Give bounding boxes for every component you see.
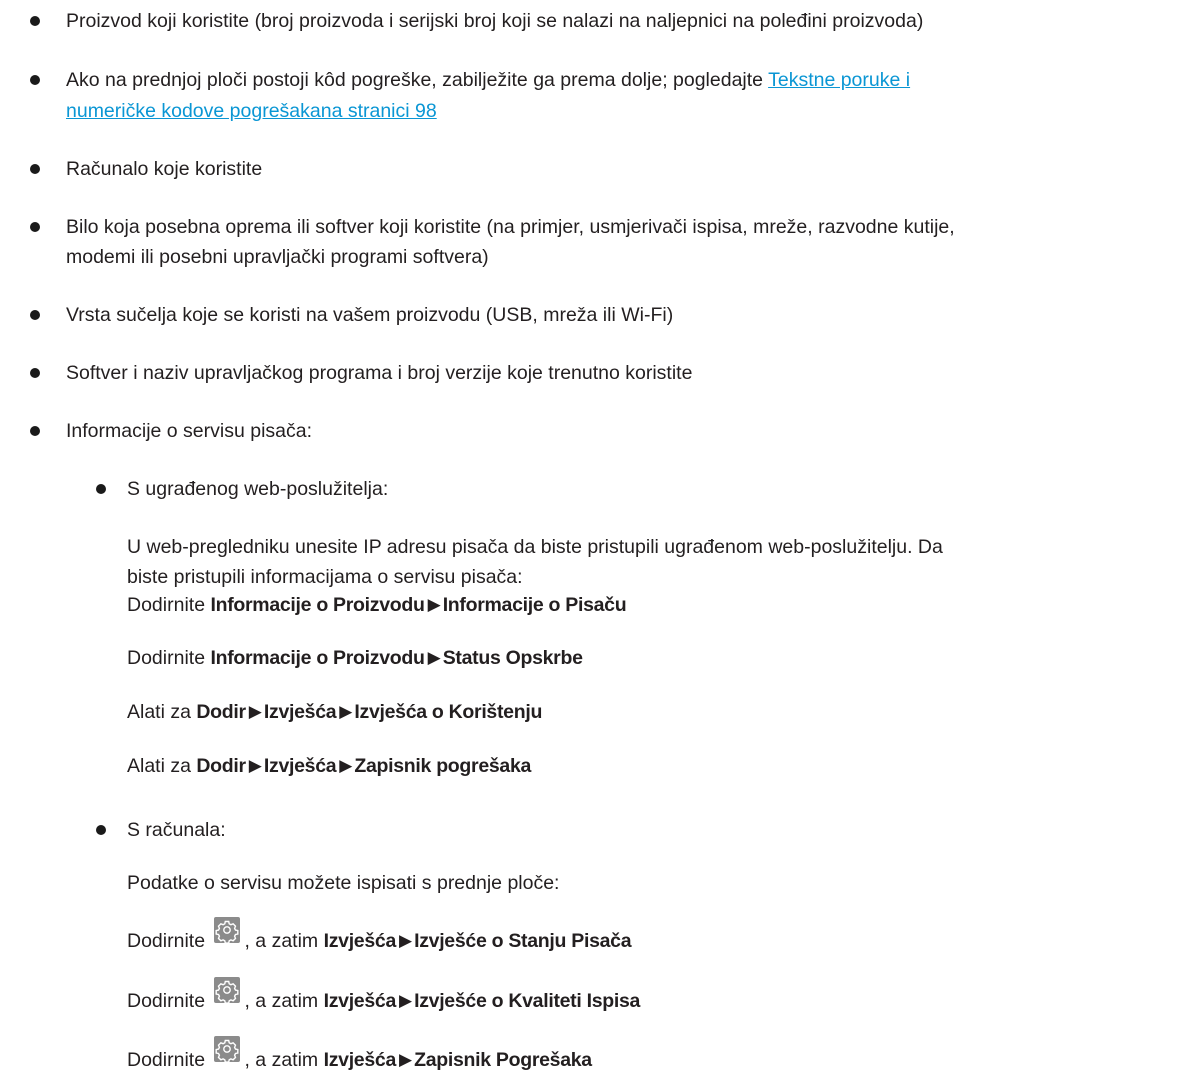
list-item-product: Proizvod koji koristite (broj proizvoda … bbox=[66, 10, 924, 32]
bullet bbox=[30, 16, 40, 26]
list-item-error-code: Ako na prednjoj ploči postoji kôd pogreš… bbox=[66, 66, 910, 95]
menu-path-item: Informacije o Proizvodu bbox=[210, 647, 425, 669]
arrow-icon: ▶ bbox=[248, 756, 262, 775]
bullet bbox=[30, 368, 40, 378]
arrow-icon: ▶ bbox=[248, 702, 262, 721]
menu-path-item: Dodir bbox=[196, 755, 246, 777]
computer-heading: S računala: bbox=[127, 819, 226, 841]
menu-path-item: Izvješća bbox=[263, 701, 337, 723]
step-connector: , a zatim bbox=[244, 930, 324, 952]
list-item-equipment-cont: modemi ili posebni upravljački programi … bbox=[66, 246, 489, 268]
step-prefix: Dodirnite bbox=[127, 1049, 211, 1071]
list-item-service-info: Informacije o servisu pisača: bbox=[66, 420, 313, 442]
list-item-equipment: Bilo koja posebna oprema ili softver koj… bbox=[66, 216, 955, 238]
ews-step: Dodirnite Informacije o Proizvodu ▶ Status… bbox=[127, 644, 583, 673]
bullet bbox=[30, 426, 40, 436]
menu-path-item: Zapisnik pogrešaka bbox=[354, 755, 532, 777]
error-codes-link[interactable]: Tekstne poruke i bbox=[768, 69, 910, 91]
arrow-icon: ▶ bbox=[399, 991, 413, 1010]
ews-intro: U web-pregledniku unesite IP adresu pisa… bbox=[127, 536, 943, 558]
arrow-icon: ▶ bbox=[339, 756, 353, 775]
menu-path-item: Izvješće o Kvaliteti Ispisa bbox=[414, 990, 641, 1012]
bullet bbox=[30, 310, 40, 320]
step-prefix: Dodirnite bbox=[127, 930, 211, 952]
step-prefix: Dodirnite bbox=[127, 647, 211, 669]
step-prefix: Dodirnite bbox=[127, 990, 211, 1012]
bullet bbox=[30, 164, 40, 174]
step-connector: , a zatim bbox=[244, 990, 324, 1012]
menu-path-item: Informacije o Proizvodu bbox=[210, 594, 425, 616]
ews-step: Alati za Dodir ▶ Izvješća ▶ Izvješća o Koriš… bbox=[127, 698, 542, 727]
computer-step: Dodirnite , a zatim Izvješća ▶ Izvješće o … bbox=[127, 977, 641, 1016]
list-item-software: Softver i naziv upravljačkog programa i … bbox=[66, 362, 693, 384]
sub-bullet bbox=[96, 825, 106, 835]
menu-path-item: Informacije o Pisaču bbox=[442, 594, 627, 616]
error-codes-link-cont[interactable]: numeričke kodove pogrešakana stranici 98 bbox=[66, 100, 437, 122]
computer-step: Dodirnite , a zatim Izvješća ▶ Zapisnik Po… bbox=[127, 1036, 592, 1075]
bullet bbox=[30, 222, 40, 232]
menu-path-item: Izvješća o Korištenju bbox=[354, 701, 543, 723]
list-item-error-code-cont: numeričke kodove pogrešakana stranici 98 bbox=[66, 97, 437, 126]
arrow-icon: ▶ bbox=[427, 648, 441, 667]
list-item-error-code-text: Ako na prednjoj ploči postoji kôd pogreš… bbox=[66, 69, 769, 91]
menu-path-item: Zapisnik Pogrešaka bbox=[414, 1049, 592, 1071]
gear-icon bbox=[214, 977, 241, 1003]
menu-path-item: Izvješća bbox=[323, 930, 397, 952]
menu-path-item: Status Opskrbe bbox=[442, 647, 583, 669]
list-item-interface: Vrsta sučelja koje se koristi na vašem p… bbox=[66, 304, 674, 326]
bullet bbox=[30, 75, 40, 85]
arrow-icon: ▶ bbox=[427, 595, 441, 614]
arrow-icon: ▶ bbox=[399, 931, 413, 950]
ews-step: Dodirnite Informacije o Proizvodu ▶ Inform… bbox=[127, 591, 627, 620]
gear-icon bbox=[214, 917, 241, 943]
gear-icon bbox=[214, 1036, 241, 1062]
menu-path-item: Izvješća bbox=[323, 1049, 397, 1071]
sub-bullet bbox=[96, 484, 106, 494]
arrow-icon: ▶ bbox=[339, 702, 353, 721]
menu-path-item: Izvješća bbox=[323, 990, 397, 1012]
step-prefix: Dodirnite bbox=[127, 594, 211, 616]
computer-intro: Podatke o servisu možete ispisati s pred… bbox=[127, 872, 560, 894]
step-prefix: Alati za bbox=[127, 701, 197, 723]
computer-step: Dodirnite , a zatim Izvješća ▶ Izvješće o … bbox=[127, 917, 632, 956]
list-item-computer: Računalo koje koristite bbox=[66, 158, 263, 180]
menu-path-item: Izvješća bbox=[263, 755, 337, 777]
step-prefix: Alati za bbox=[127, 755, 197, 777]
ews-intro-cont: biste pristupili informacijama o servisu… bbox=[127, 566, 523, 588]
menu-path-item: Dodir bbox=[196, 701, 246, 723]
arrow-icon: ▶ bbox=[399, 1050, 413, 1069]
ews-heading: S ugrađenog web-poslužitelja: bbox=[127, 478, 389, 500]
ews-step: Alati za Dodir ▶ Izvješća ▶ Zapisnik pogreša… bbox=[127, 752, 531, 781]
step-connector: , a zatim bbox=[244, 1049, 324, 1071]
menu-path-item: Izvješće o Stanju Pisača bbox=[414, 930, 632, 952]
